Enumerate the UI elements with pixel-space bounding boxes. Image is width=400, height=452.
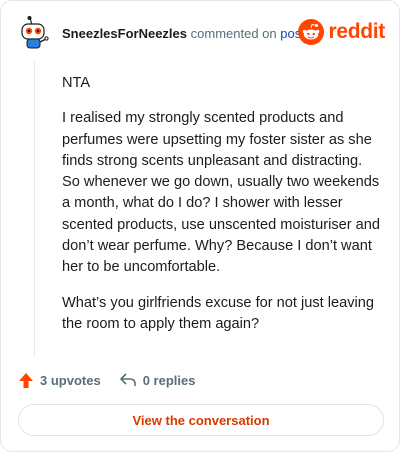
view-conversation-button[interactable]: View the conversation [18,404,384,436]
replies-button[interactable]: 0 replies [119,372,196,388]
upvote-count: 3 upvotes [40,372,101,388]
thread-line [34,61,35,357]
comment-header: SneezlesForNeezles commented on post red… [19,15,385,51]
comment-paragraph: What’s you girlfriends excuse for not ju… [62,294,375,332]
avatar[interactable] [19,15,51,51]
reddit-snoo-icon [298,19,325,45]
comment-paragraph: I realised my strongly scented products … [62,110,380,276]
reddit-logo[interactable]: reddit [298,18,385,46]
reply-arrow-icon [119,373,136,386]
reply-count: 0 replies [142,372,196,388]
author-name[interactable]: SneezlesForNeezles [62,26,187,41]
comment-card: SneezlesForNeezles commented on post red… [0,0,400,452]
upvote-button[interactable]: 3 upvotes [18,372,101,389]
upvote-arrow-icon [19,372,33,388]
reddit-wordmark: reddit [328,20,385,43]
comment-body: NTA I realised my strongly scented produ… [62,73,380,349]
snoo-avatar-icon [21,16,49,49]
author-line: SneezlesForNeezles commented on post [62,26,305,42]
comment-paragraph: NTA [62,75,91,91]
comment-actions: 3 upvotes 0 replies [18,369,195,391]
action-text: commented on [190,26,277,41]
